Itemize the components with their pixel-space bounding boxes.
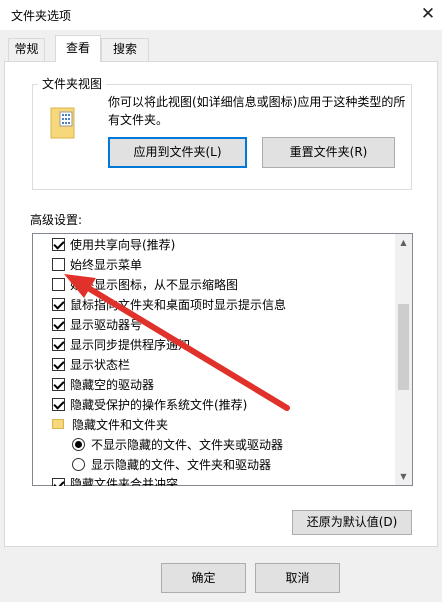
checkbox[interactable] (52, 297, 65, 311)
tab-general[interactable]: 常规 (8, 38, 45, 61)
list-item-label: 鼠标指向文件夹和桌面项时显示提示信息 (70, 297, 287, 312)
close-icon[interactable]: ✕ (418, 4, 438, 24)
checkbox[interactable] (52, 257, 65, 271)
checkbox[interactable] (52, 337, 65, 351)
window-title: 文件夹选项 (11, 9, 72, 23)
list-item-label: 隐藏文件和文件夹 (72, 417, 169, 432)
list-item-label: 显示隐藏的文件、文件夹和驱动器 (91, 457, 272, 472)
list-item[interactable]: 鼠标指向文件夹和桌面项时显示提示信息 (52, 294, 286, 314)
list-item[interactable]: 始终显示图标，从不显示缩略图 (52, 274, 238, 294)
checkbox[interactable] (52, 357, 65, 371)
tab-search[interactable]: 搜索 (101, 38, 149, 61)
folder-icon (52, 419, 64, 429)
advanced-settings-label: 高级设置: (30, 213, 83, 227)
list-item[interactable]: 不显示隐藏的文件、文件夹或驱动器 (72, 434, 283, 454)
list-item[interactable]: 隐藏受保护的操作系统文件(推荐) (52, 394, 247, 414)
list-item-label: 隐藏文件夹合并冲突 (70, 477, 179, 486)
scroll-up-icon[interactable]: ▲ (395, 236, 412, 250)
list-item[interactable]: 显示状态栏 (52, 354, 130, 374)
checkbox[interactable] (52, 237, 65, 251)
list-item-label: 不显示隐藏的文件、文件夹或驱动器 (91, 437, 284, 452)
list-item-label: 始终显示图标，从不显示缩略图 (70, 277, 239, 292)
scrollbar-thumb[interactable] (398, 304, 409, 390)
folder-views-legend: 文件夹视图 (38, 75, 107, 92)
checkbox[interactable] (52, 397, 65, 411)
reset-folders-button[interactable]: 重置文件夹(R) (262, 137, 395, 168)
list-item-label: 始终显示菜单 (70, 257, 143, 272)
list-item[interactable]: 显示隐藏的文件、文件夹和驱动器 (72, 454, 271, 474)
ok-button[interactable]: 确定 (161, 563, 246, 593)
tab-view[interactable]: 查看 (55, 35, 101, 62)
checkbox[interactable] (52, 317, 65, 331)
list-item[interactable]: 始终显示菜单 (52, 254, 142, 274)
apply-to-folders-button[interactable]: 应用到文件夹(L) (108, 137, 247, 168)
list-item[interactable]: 隐藏文件夹合并冲突 (52, 475, 178, 486)
list-group-header: 隐藏文件和文件夹 (52, 414, 168, 434)
list-item-label: 显示同步提供程序通知 (70, 337, 191, 352)
list-item-label: 隐藏空的驱动器 (70, 377, 155, 392)
list-item[interactable]: 显示驱动器号 (52, 314, 142, 334)
list-item-label: 使用共享向导(推荐) (70, 237, 176, 252)
list-item[interactable]: 隐藏空的驱动器 (52, 374, 154, 394)
list-item[interactable]: 使用共享向导(推荐) (52, 234, 175, 254)
checkbox[interactable] (52, 377, 65, 391)
list-item-label: 显示状态栏 (70, 357, 131, 372)
radio-button[interactable] (72, 437, 85, 451)
checkbox[interactable] (52, 478, 65, 486)
checkbox[interactable] (52, 277, 65, 291)
radio-button[interactable] (72, 457, 85, 471)
restore-defaults-button[interactable]: 还原为默认值(D) (292, 510, 412, 535)
list-item-label: 显示驱动器号 (70, 317, 143, 332)
scroll-down-icon[interactable]: ▼ (395, 470, 412, 484)
cancel-button[interactable]: 取消 (255, 563, 340, 593)
list-item[interactable]: 显示同步提供程序通知 (52, 334, 190, 354)
list-item-label: 隐藏受保护的操作系统文件(推荐) (70, 397, 248, 412)
folder-view-icon (50, 107, 75, 139)
folder-views-description: 你可以将此视图(如详细信息或图标)应用于这种类型的所有文件夹。 (108, 95, 406, 127)
